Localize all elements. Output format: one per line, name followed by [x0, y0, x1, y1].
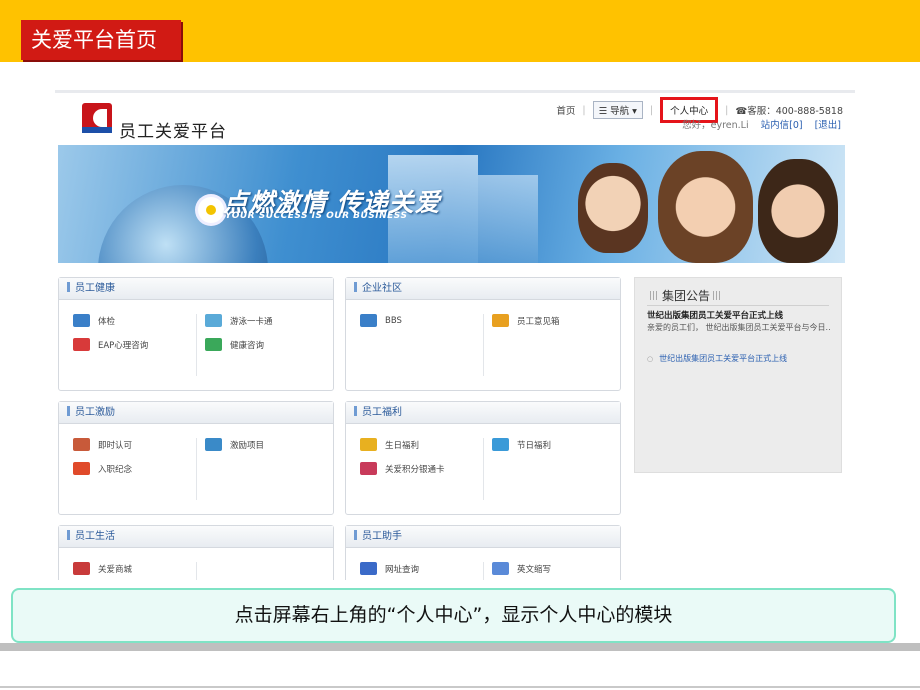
gift-icon [73, 462, 90, 475]
phone-icon: ☎ [735, 106, 748, 117]
notice-divider [647, 305, 829, 306]
building-image [478, 175, 538, 263]
panel-title: 企业社区 [346, 278, 620, 300]
shop-icon [73, 562, 90, 575]
pen-icon [492, 562, 509, 575]
portal-screenshot: 员工关爱平台 首页 | ☰ 导航 ▾ | 个人中心 | ☎客服：400-888-… [55, 90, 855, 580]
chat-icon [360, 314, 377, 327]
card-icon [360, 462, 377, 475]
swim-icon [205, 314, 222, 327]
panel-item-anniversary[interactable]: 入职纪念 [73, 462, 132, 475]
panel-item-health-consult[interactable]: 健康咨询 [205, 338, 264, 351]
panel-item-url-lookup[interactable]: 网址查询 [360, 562, 419, 575]
panel-item-checkup[interactable]: 体检 [73, 314, 115, 327]
user-greeting: 您好，eyren.Li [682, 120, 749, 131]
banner-slogan-en: YOUR SUCCESS IS OUR BUSINESS [225, 211, 408, 221]
panel-item-points-card[interactable]: 关爱积分银通卡 [360, 462, 445, 475]
nav-dropdown[interactable]: ☰ 导航 ▾ [592, 101, 643, 119]
service-hotline: ☎客服：400-888-5818 [735, 106, 843, 117]
notice-text: 亲爱的员工们， 世纪出版集团员工关爱平台与今日.. [647, 323, 831, 332]
panel-community: 企业社区 BBS 员工意见箱 [345, 277, 621, 391]
panel-item-birthday[interactable]: 生日福利 [360, 438, 419, 451]
site-name: 员工关爱平台 [119, 122, 227, 142]
panel-title: 员工激励 [59, 402, 333, 424]
panel-life: 员工生活 关爱商城 [58, 525, 334, 580]
notice-link[interactable]: 世纪出版集团员工关爱平台正式上线 [647, 353, 787, 364]
slide-caption: 点击屏幕右上角的“个人中心”，显示个人中心的模块 [11, 588, 896, 643]
slide-title: 关爱平台首页 [21, 20, 181, 60]
panel-item-bbs[interactable]: BBS [360, 314, 402, 327]
nav-separator: | [725, 104, 729, 116]
notice-title: 集团公告 [647, 287, 725, 304]
cake-icon [360, 438, 377, 451]
health-icon [205, 338, 222, 351]
menu-icon: ☰ [598, 106, 611, 117]
person-image [578, 163, 648, 253]
notice-headline[interactable]: 世纪出版集团员工关爱平台正式上线 [647, 309, 783, 321]
panel-item-suggestion-box[interactable]: 员工意见箱 [492, 314, 560, 327]
panel-employee-health: 员工健康 体检 游泳一卡通 EAP心理咨询 健康咨询 [58, 277, 334, 391]
panel-item-instant-recognition[interactable]: 即时认可 [73, 438, 132, 451]
flower-image [198, 197, 224, 223]
panel-title: 员工健康 [59, 278, 333, 300]
chevron-down-icon: ▾ [629, 106, 637, 117]
person-image [658, 151, 753, 263]
inbox-link[interactable]: 站内信[0] [761, 117, 803, 131]
notice-box: 集团公告 世纪出版集团员工关爱平台正式上线 亲爱的员工们， 世纪出版集团员工关爱… [634, 277, 842, 473]
heart-icon [73, 338, 90, 351]
panel-title: 员工助手 [346, 526, 620, 548]
hero-banner: 点燃激情 传递关爱 YOUR SUCCESS IS OUR BUSINESS [58, 145, 845, 263]
checkup-icon [73, 314, 90, 327]
program-icon [205, 438, 222, 451]
panel-benefits: 员工福利 生日福利 节日福利 关爱积分银通卡 [345, 401, 621, 515]
panel-item-abbreviation[interactable]: 英文缩写 [492, 562, 551, 575]
logo-icon [82, 103, 112, 133]
panel-title: 员工生活 [59, 526, 333, 548]
nav-separator: | [582, 104, 586, 116]
site-header: 员工关爱平台 首页 | ☰ 导航 ▾ | 个人中心 | ☎客服：400-888-… [55, 90, 855, 142]
home-link[interactable]: 首页 [556, 103, 575, 117]
panel-title: 员工福利 [346, 402, 620, 424]
holiday-icon [492, 438, 509, 451]
bottom-bar [0, 643, 920, 651]
panel-incentive: 员工激励 即时认可 激励项目 入职纪念 [58, 401, 334, 515]
bottom-line [0, 686, 920, 688]
panel-item-swim-card[interactable]: 游泳一卡通 [205, 314, 273, 327]
nav-separator: | [649, 104, 654, 116]
user-line: 您好，eyren.Li 站内信[0] [退出] [682, 117, 841, 131]
panel-item-eap[interactable]: EAP心理咨询 [73, 338, 148, 351]
suggestion-icon [492, 314, 509, 327]
recognition-icon [73, 438, 90, 451]
panel-item-mall[interactable]: 关爱商城 [73, 562, 132, 575]
panel-assistant: 员工助手 网址查询 英文缩写 [345, 525, 621, 580]
panel-item-holiday[interactable]: 节日福利 [492, 438, 551, 451]
globe-icon [360, 562, 377, 575]
person-image [758, 159, 838, 263]
logout-link[interactable]: [退出] [815, 117, 841, 131]
panel-item-incentive-program[interactable]: 激励项目 [205, 438, 264, 451]
